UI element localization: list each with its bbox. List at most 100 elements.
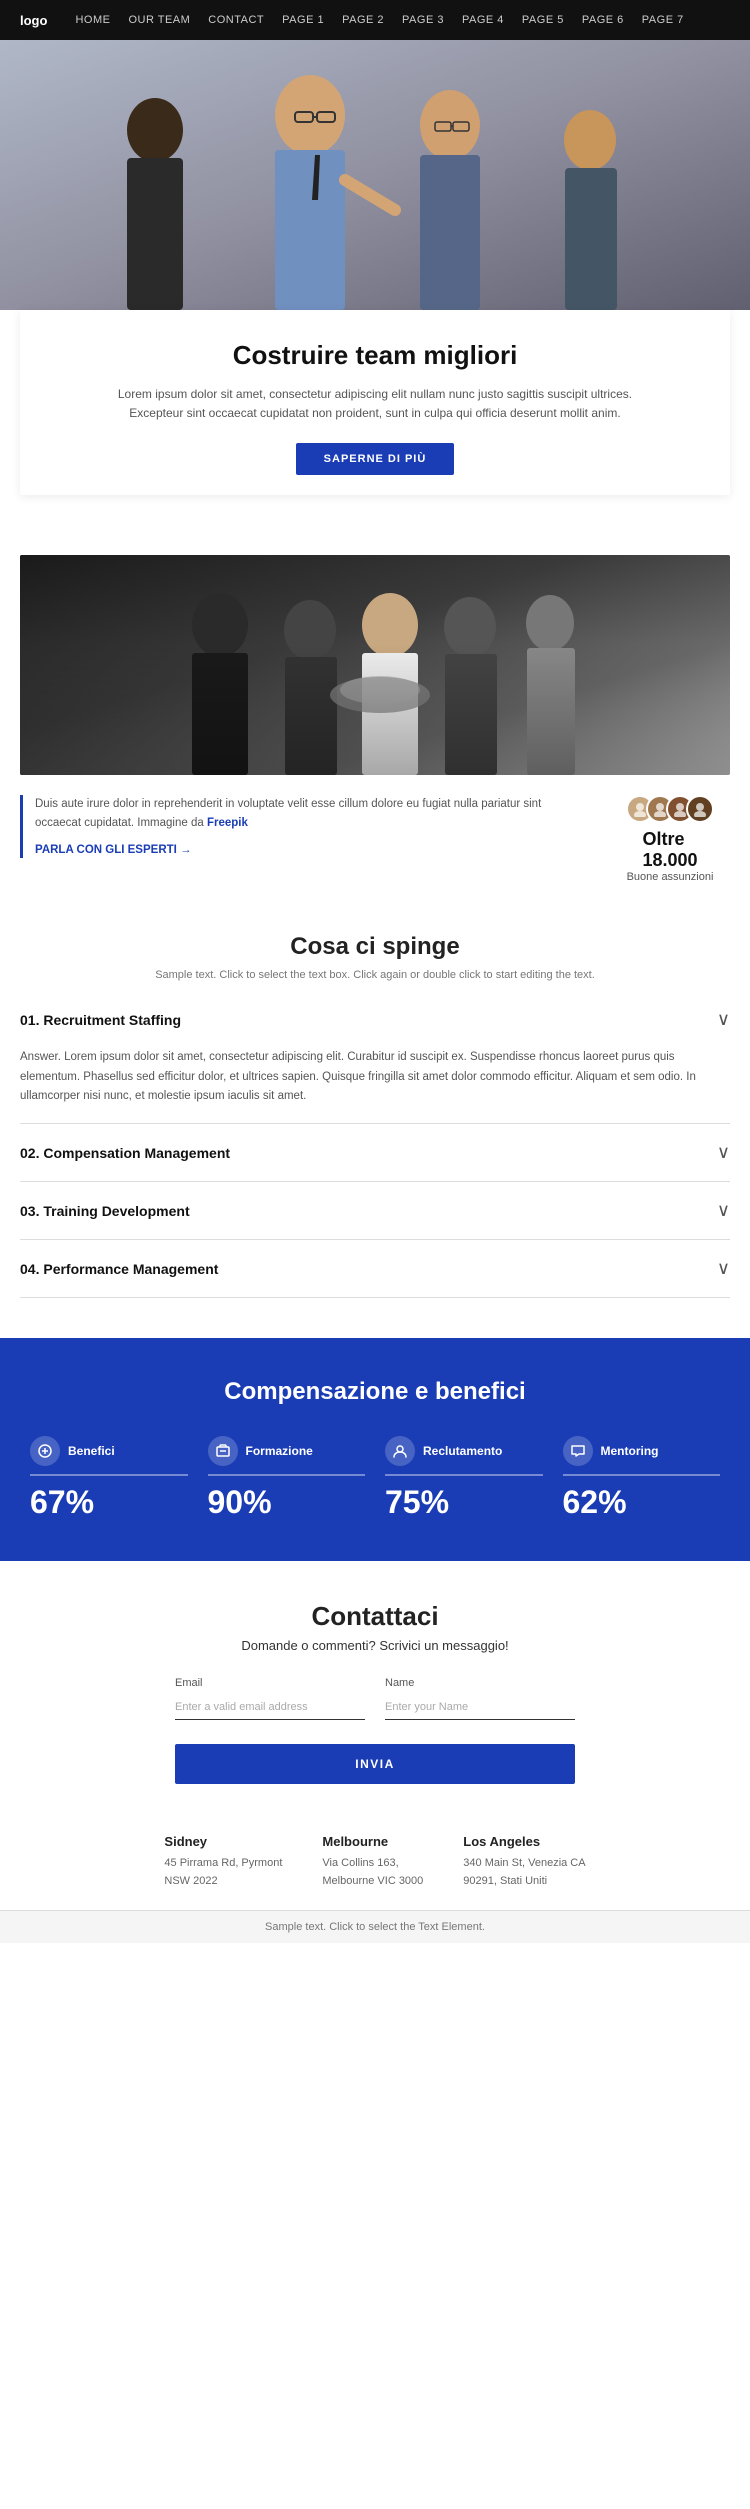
office-address-1: 45 Pirrama Rd, Pyrmont NSW 2022 xyxy=(164,1855,282,1890)
benefici-icon-formazione xyxy=(208,1436,238,1466)
info-text: Duis aute irure dolor in reprehenderit i… xyxy=(20,795,590,858)
info-row: Duis aute irure dolor in reprehenderit i… xyxy=(0,775,750,893)
contact-section: Contattaci Domande o commenti? Scrivici … xyxy=(0,1561,750,1804)
accordion-title-2: 02. Compensation Management xyxy=(20,1145,230,1161)
accordion-title-3: 03. Training Development xyxy=(20,1203,190,1219)
avatar xyxy=(686,795,714,823)
accordion-title-1: 01. Recruitment Staffing xyxy=(20,1012,181,1028)
email-input[interactable] xyxy=(175,1693,365,1720)
form-group-email: Email xyxy=(175,1677,365,1720)
experts-link[interactable]: PARLA CON GLI ESPERTI → xyxy=(35,844,192,856)
office-sidney: Sidney 45 Pirrama Rd, Pyrmont NSW 2022 xyxy=(164,1834,282,1890)
office-city-3: Los Angeles xyxy=(463,1834,585,1849)
benefici-item-4: Mentoring 62% xyxy=(563,1436,721,1521)
office-address-2: Via Collins 163, Melbourne VIC 3000 xyxy=(322,1855,423,1890)
benefici-title: Compensazione e benefici xyxy=(30,1378,720,1406)
stat-label: Buone assunzioni xyxy=(627,871,714,883)
benefici-label-3: Reclutamento xyxy=(423,1444,502,1458)
hero-card: Costruire team migliori Lorem ipsum dolo… xyxy=(20,310,730,495)
benefici-section: Compensazione e benefici Benefici 67% xyxy=(0,1338,750,1561)
hero-illustration xyxy=(0,40,750,310)
benefici-pct-1: 67% xyxy=(30,1484,94,1521)
cosa-ci-spinge-title: Cosa ci spinge xyxy=(20,933,730,961)
accordion-chevron-3: ∨ xyxy=(717,1200,730,1221)
benefici-icon-row-3: Reclutamento xyxy=(385,1436,543,1476)
accordion-item-3: 03. Training Development ∨ xyxy=(20,1182,730,1240)
info-description: Duis aute irure dolor in reprehenderit i… xyxy=(35,795,590,832)
email-label: Email xyxy=(175,1677,365,1689)
contact-subtitle: Domande o commenti? Scrivici un messaggi… xyxy=(30,1638,720,1653)
accordion-header-4[interactable]: 04. Performance Management ∨ xyxy=(20,1240,730,1297)
submit-button[interactable]: INVIA xyxy=(175,1744,575,1784)
avatar-group xyxy=(626,795,714,823)
nav-page3[interactable]: PAGE 3 xyxy=(402,14,444,26)
hero-cta-button[interactable]: SAPERNE DI PIÙ xyxy=(296,443,455,475)
office-city-2: Melbourne xyxy=(322,1834,423,1849)
contact-title: Contattaci xyxy=(30,1601,720,1632)
accordion-item-4: 04. Performance Management ∨ xyxy=(20,1240,730,1298)
hero-title: Costruire team migliori xyxy=(50,340,700,371)
form-group-name: Name xyxy=(385,1677,575,1720)
benefici-label-2: Formazione xyxy=(246,1444,313,1458)
office-melbourne: Melbourne Via Collins 163, Melbourne VIC… xyxy=(322,1834,423,1890)
hero-image xyxy=(0,40,750,310)
nav-page6[interactable]: PAGE 6 xyxy=(582,14,624,26)
benefici-item-3: Reclutamento 75% xyxy=(385,1436,543,1521)
accordion-item-1: 01. Recruitment Staffing ∨ Answer. Lorem… xyxy=(20,991,730,1124)
benefici-pct-4: 62% xyxy=(563,1484,627,1521)
nav-page4[interactable]: PAGE 4 xyxy=(462,14,504,26)
offices-row: Sidney 45 Pirrama Rd, Pyrmont NSW 2022 M… xyxy=(0,1804,750,1910)
footer-text: Sample text. Click to select the Text El… xyxy=(265,1921,485,1933)
name-label: Name xyxy=(385,1677,575,1689)
nav-page2[interactable]: PAGE 2 xyxy=(342,14,384,26)
accordion-header-2[interactable]: 02. Compensation Management ∨ xyxy=(20,1124,730,1181)
nav-page7[interactable]: PAGE 7 xyxy=(642,14,684,26)
benefici-icon-row-4: Mentoring xyxy=(563,1436,721,1476)
cosa-ci-spinge-subtitle: Sample text. Click to select the text bo… xyxy=(20,969,730,981)
office-city-1: Sidney xyxy=(164,1834,282,1849)
team-visual-overlay xyxy=(20,643,730,775)
benefici-grid: Benefici 67% Formazione 90% xyxy=(30,1436,720,1521)
benefici-item-2: Formazione 90% xyxy=(208,1436,366,1521)
stat-number: Oltre18.000 xyxy=(642,829,697,871)
nav-our-team[interactable]: OUR TEAM xyxy=(128,14,190,26)
benefici-pct-2: 90% xyxy=(208,1484,272,1521)
team-visual xyxy=(20,555,730,775)
footer-bar: Sample text. Click to select the Text El… xyxy=(0,1910,750,1943)
nav-page1[interactable]: PAGE 1 xyxy=(282,14,324,26)
accordion-item-2: 02. Compensation Management ∨ xyxy=(20,1124,730,1182)
benefici-label-4: Mentoring xyxy=(601,1444,659,1458)
hero-description: Lorem ipsum dolor sit amet, consectetur … xyxy=(115,385,635,423)
accordion-body-1: Answer. Lorem ipsum dolor sit amet, cons… xyxy=(20,1048,730,1123)
benefici-icon-row-1: Benefici xyxy=(30,1436,188,1476)
name-input[interactable] xyxy=(385,1693,575,1720)
accordion: 01. Recruitment Staffing ∨ Answer. Lorem… xyxy=(0,991,750,1318)
benefici-pct-3: 75% xyxy=(385,1484,449,1521)
cosa-ci-spinge-section: Cosa ci spinge Sample text. Click to sel… xyxy=(0,893,750,991)
freepik-link[interactable]: Freepik xyxy=(207,817,248,829)
nav-contact[interactable]: CONTACT xyxy=(208,14,264,26)
office-los-angeles: Los Angeles 340 Main St, Venezia CA 9029… xyxy=(463,1834,585,1890)
benefici-icon-benefici xyxy=(30,1436,60,1466)
nav-logo[interactable]: logo xyxy=(20,13,47,28)
navbar: logo HOME OUR TEAM CONTACT PAGE 1 PAGE 2… xyxy=(0,0,750,40)
form-row: Email Name xyxy=(175,1677,575,1720)
benefici-label-1: Benefici xyxy=(68,1444,115,1458)
accordion-answer-1: Answer. Lorem ipsum dolor sit amet, cons… xyxy=(20,1048,730,1107)
nav-page5[interactable]: PAGE 5 xyxy=(522,14,564,26)
benefici-icon-mentoring xyxy=(563,1436,593,1466)
benefici-icon-row-2: Formazione xyxy=(208,1436,366,1476)
nav-home[interactable]: HOME xyxy=(75,14,110,26)
office-address-3: 340 Main St, Venezia CA 90291, Stati Uni… xyxy=(463,1855,585,1890)
accordion-header-3[interactable]: 03. Training Development ∨ xyxy=(20,1182,730,1239)
accordion-chevron-1: ∨ xyxy=(717,1009,730,1030)
info-right: Oltre18.000 Buone assunzioni xyxy=(610,795,730,883)
accordion-chevron-2: ∨ xyxy=(717,1142,730,1163)
team-image-section xyxy=(0,555,750,775)
contact-form: Email Name INVIA xyxy=(175,1677,575,1784)
accordion-header-1[interactable]: 01. Recruitment Staffing ∨ xyxy=(20,991,730,1048)
accordion-title-4: 04. Performance Management xyxy=(20,1261,218,1277)
benefici-icon-reclutamento xyxy=(385,1436,415,1466)
accordion-chevron-4: ∨ xyxy=(717,1258,730,1279)
benefici-item-1: Benefici 67% xyxy=(30,1436,188,1521)
